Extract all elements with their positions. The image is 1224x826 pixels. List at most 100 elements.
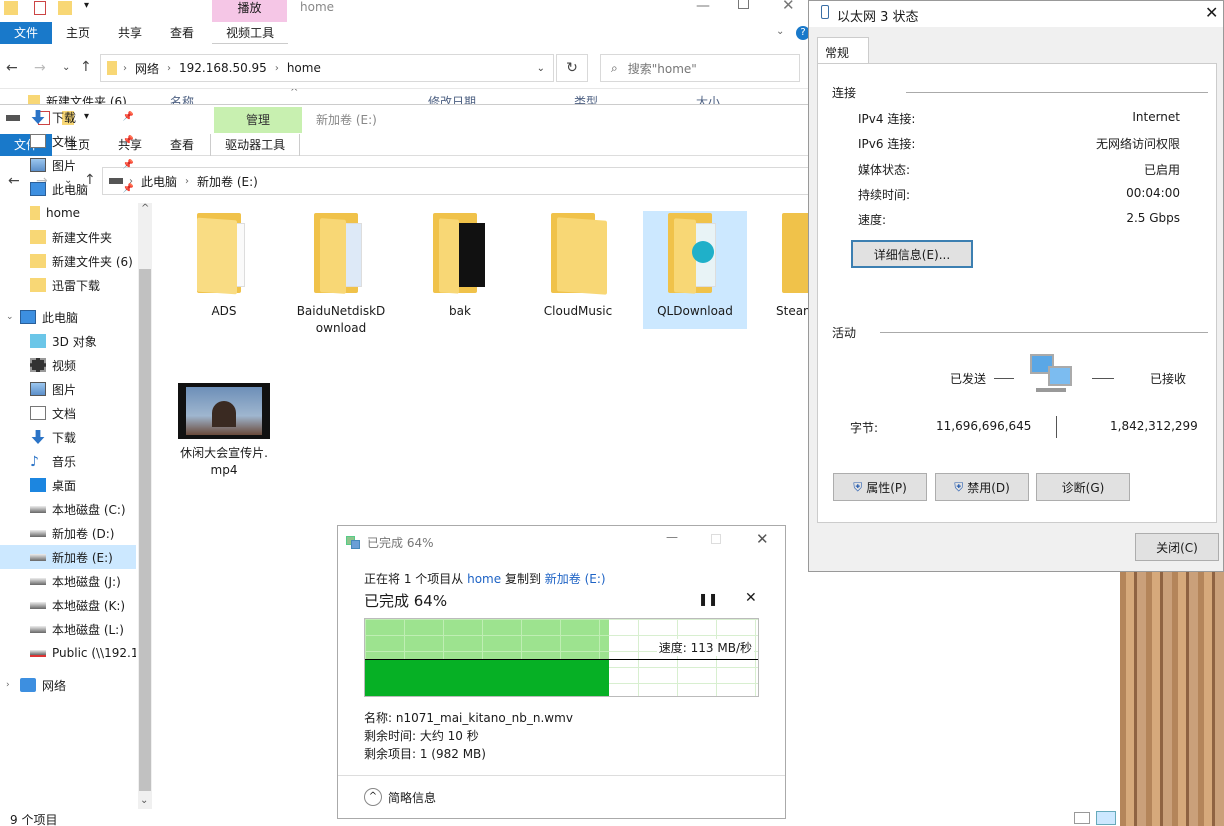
maximize-icon[interactable] xyxy=(738,0,749,9)
refresh-button[interactable]: ↻ xyxy=(556,54,588,82)
sidebar-item-3[interactable]: 此电脑 📌 xyxy=(0,177,136,201)
address-bar[interactable]: › 网络 › 192.168.50.95 › home ⌄ xyxy=(100,54,554,82)
activity-group-label: 活动 xyxy=(832,326,857,340)
sidebar-item-2[interactable]: 图片 📌 xyxy=(0,153,136,177)
breadcrumb-volume-e[interactable]: 新加卷 (E:) xyxy=(189,173,266,190)
column-size[interactable]: 大小 xyxy=(696,93,720,104)
file-item-cloudmusic[interactable]: CloudMusic xyxy=(528,213,628,320)
nav-scrollbar[interactable]: ^ ⌄ xyxy=(138,203,152,809)
details-button[interactable]: 详细信息(E)... xyxy=(851,240,973,268)
column-name[interactable]: 名称 xyxy=(170,93,194,104)
file-item-steam[interactable]: Steam xyxy=(760,213,810,320)
sidebar-item-6[interactable]: 新建文件夹 (6) xyxy=(0,249,136,273)
column-date[interactable]: 修改日期 xyxy=(428,93,476,104)
ribbon-expand-icon[interactable]: ⌄ xyxy=(776,26,784,37)
qat-dropdown-icon[interactable]: ▾ xyxy=(84,0,89,11)
tab-general[interactable]: 常规 xyxy=(817,37,869,63)
back-arrow-icon[interactable]: ← xyxy=(6,60,18,76)
scroll-down-icon[interactable]: ⌄ xyxy=(140,795,148,806)
destination-link[interactable]: 新加卷 (E:) xyxy=(545,572,606,586)
less-details-toggle[interactable]: ^ 简略信息 xyxy=(364,788,436,806)
sidebar-item-23[interactable]: 网络 › xyxy=(0,673,136,697)
pin-icon[interactable]: 📌 xyxy=(123,184,134,194)
tab-view[interactable]: 查看 xyxy=(156,134,208,156)
file-item-video[interactable]: 休闲大会宣传片.mp4 xyxy=(174,383,274,479)
sidebar-item-16[interactable]: 本地磁盘 (C:) xyxy=(0,497,136,521)
expand-chevron-icon[interactable]: ⌄ xyxy=(6,312,14,322)
sidebar-item-22[interactable]: Public (\\192.168 xyxy=(0,641,136,665)
window-title: home xyxy=(300,0,335,14)
sidebar-item-label: 本地磁盘 (K:) xyxy=(52,598,126,613)
new-folder-icon[interactable] xyxy=(58,1,72,15)
tab-home[interactable]: 主页 xyxy=(52,22,104,44)
sort-ascending-icon: ^ xyxy=(290,88,299,98)
recent-locations-icon[interactable]: ⌄ xyxy=(62,62,70,73)
sidebar-item-17[interactable]: 新加卷 (D:) xyxy=(0,521,136,545)
pause-button[interactable]: ❚❚ xyxy=(698,592,718,606)
sidebar-item-12[interactable]: 文档 xyxy=(0,401,136,425)
sidebar-item-20[interactable]: 本地磁盘 (K:) xyxy=(0,593,136,617)
scroll-thumb[interactable] xyxy=(139,269,151,791)
sidebar-item-4[interactable]: home xyxy=(0,201,136,225)
sidebar-item-8[interactable]: 此电脑 ⌄ xyxy=(0,305,136,329)
tab-share[interactable]: 共享 xyxy=(104,22,156,44)
minimize-icon[interactable]: — xyxy=(666,530,678,544)
minimize-icon[interactable]: — xyxy=(696,0,710,14)
title-bar: 以太网 3 状态 ✕ xyxy=(809,1,1223,27)
properties-icon[interactable] xyxy=(34,1,46,15)
diagnose-button[interactable]: 诊断(G) xyxy=(1036,473,1130,501)
close-icon[interactable]: ✕ xyxy=(1205,3,1218,22)
sidebar-item-14[interactable]: ♪ 音乐 xyxy=(0,449,136,473)
sidebar-item-19[interactable]: 本地磁盘 (J:) xyxy=(0,569,136,593)
tab-video-tools[interactable]: 视频工具 xyxy=(212,22,289,44)
expand-chevron-icon[interactable]: › xyxy=(6,680,10,690)
breadcrumb-this-pc[interactable]: 此电脑 xyxy=(133,173,185,190)
breadcrumb-host[interactable]: 192.168.50.95 xyxy=(171,61,275,75)
address-dropdown-icon[interactable]: ⌄ xyxy=(537,63,545,74)
forward-arrow-icon[interactable]: → xyxy=(34,60,46,76)
details-view-icon[interactable] xyxy=(1074,812,1090,824)
disable-button[interactable]: ⛨ 禁用(D) xyxy=(935,473,1029,501)
pin-icon[interactable]: 📌 xyxy=(123,112,134,122)
properties-button[interactable]: ⛨ 属性(P) xyxy=(833,473,927,501)
sidebar-item-1[interactable]: 文档 📌 xyxy=(0,129,136,153)
sidebar-item-label: 新建文件夹 xyxy=(52,230,113,245)
ethernet-status-dialog: 以太网 3 状态 ✕ 常规 连接 IPv4 连接: Internet IPv6 连… xyxy=(808,0,1224,572)
column-type[interactable]: 类型 xyxy=(574,93,598,104)
search-box[interactable]: ⌕ 搜索"home" xyxy=(600,54,800,82)
up-arrow-icon[interactable]: ↑ xyxy=(80,59,92,75)
file-item-qldownload[interactable]: QLDownload xyxy=(643,211,747,329)
tab-file[interactable]: 文件 xyxy=(0,22,53,44)
partial-nav-item[interactable]: 新建文件夹 (6) xyxy=(46,93,127,104)
tab-drive-tools[interactable]: 驱动器工具 xyxy=(210,133,301,156)
sidebar-item-0[interactable]: 下载 📌 xyxy=(0,105,136,129)
sidebar-item-label: 本地磁盘 (C:) xyxy=(52,502,126,517)
scroll-up-icon[interactable]: ^ xyxy=(141,203,149,214)
pin-icon[interactable]: 📌 xyxy=(123,160,134,170)
cancel-copy-button[interactable]: ✕ xyxy=(745,590,757,606)
breadcrumb-home[interactable]: home xyxy=(279,61,329,75)
sidebar-item-21[interactable]: 本地磁盘 (L:) xyxy=(0,617,136,641)
sidebar-item-13[interactable]: 下载 xyxy=(0,425,136,449)
file-item-baidunetdisk[interactable]: BaiduNetdiskDownload xyxy=(291,213,391,337)
close-icon[interactable]: ✕ xyxy=(756,530,769,548)
address-bar[interactable]: › 此电脑 › 新加卷 (E:) xyxy=(102,167,810,195)
breadcrumb-network[interactable]: 网络 xyxy=(127,60,167,77)
pin-icon[interactable]: 📌 xyxy=(123,136,134,146)
close-icon[interactable]: ✕ xyxy=(782,0,795,14)
sidebar-item-7[interactable]: 迅雷下载 xyxy=(0,273,136,297)
bytes-sent: 11,696,696,645 xyxy=(936,419,1032,433)
file-item-ads[interactable]: ADS xyxy=(174,213,274,320)
sidebar-item-10[interactable]: 视频 xyxy=(0,353,136,377)
sidebar-item-5[interactable]: 新建文件夹 xyxy=(0,225,136,249)
source-link[interactable]: home xyxy=(467,572,501,586)
sidebar-item-15[interactable]: 桌面 xyxy=(0,473,136,497)
sidebar-item-18[interactable]: 新加卷 (E:) xyxy=(0,545,136,569)
tab-view[interactable]: 查看 xyxy=(156,22,208,44)
close-button[interactable]: 关闭(C) xyxy=(1135,533,1219,561)
sidebar-item-9[interactable]: 3D 对象 xyxy=(0,329,136,353)
large-icons-view-icon[interactable] xyxy=(1096,811,1116,825)
sidebar-item-11[interactable]: 图片 xyxy=(0,377,136,401)
navigation-pane[interactable]: 下载 📌 文档 📌 图片 📌 此电脑 📌 home 新建文件夹 新建文件夹 (6) 迅雷下载 此电脑 ⌄ 3… xyxy=(0,110,138,803)
file-item-bak[interactable]: bak xyxy=(410,213,510,320)
